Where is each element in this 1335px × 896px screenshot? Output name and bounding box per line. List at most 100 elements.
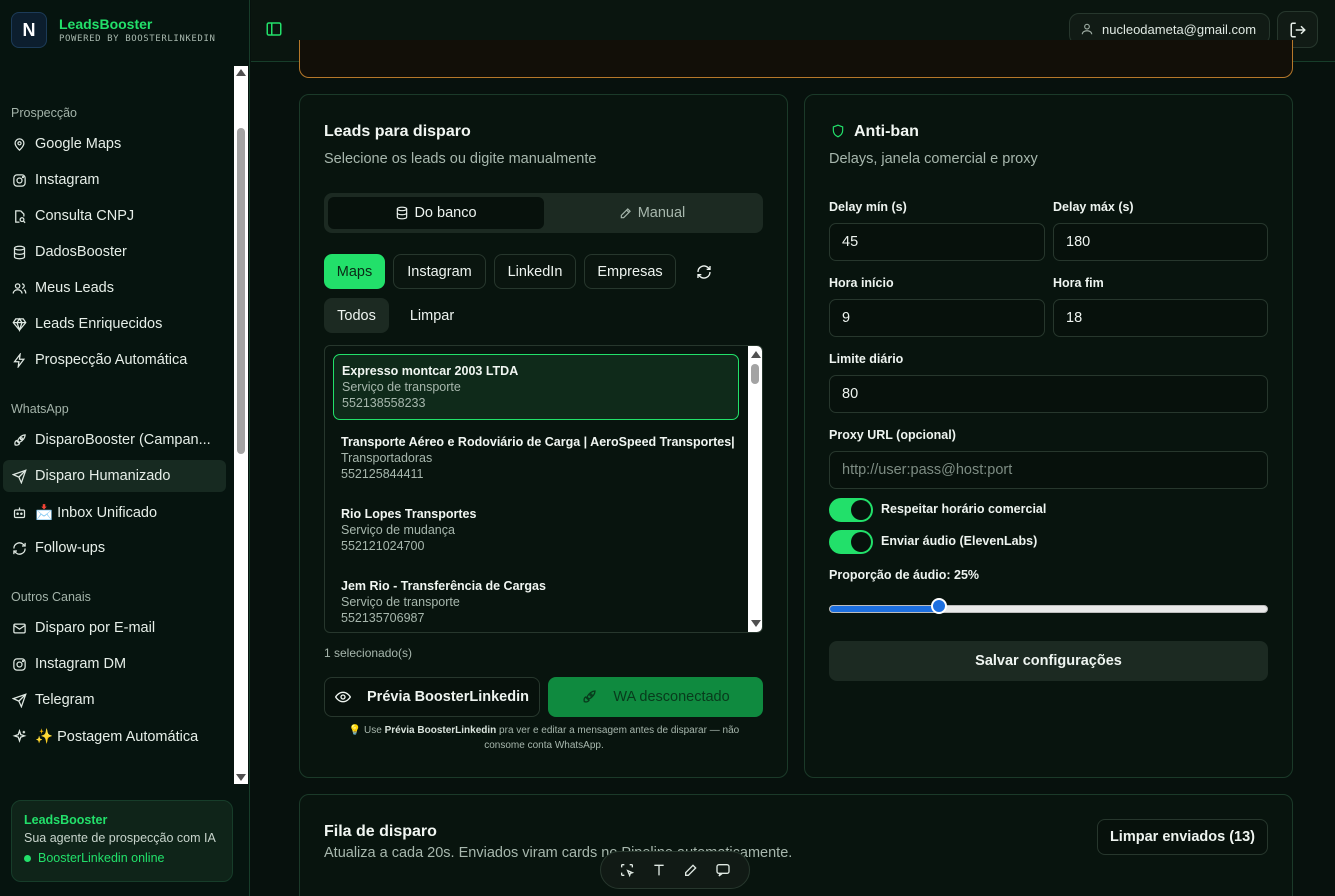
hour-start-input[interactable]: 9 xyxy=(829,299,1045,337)
sidebar-item-label: ✨ Postagem Automática xyxy=(35,728,199,745)
sidebar-item-postagem-automatica[interactable]: ✨ Postagem Automática xyxy=(3,720,226,752)
business-hours-toggle[interactable] xyxy=(829,498,873,522)
audio-ratio-slider[interactable] xyxy=(829,605,1268,613)
audio-ratio-slider-fill xyxy=(830,606,940,612)
daily-limit-label: Limite diário xyxy=(829,352,904,366)
sidebar-item-disparo-email[interactable]: Disparo por E-mail xyxy=(3,612,226,644)
lead-name: Expresso montcar 2003 LTDA xyxy=(342,364,519,378)
preview-button[interactable]: Prévia BoosterLinkedin xyxy=(324,677,540,717)
lead-item[interactable]: Rio Lopes Transportes Serviço de mudança… xyxy=(333,498,739,564)
floating-toolbar xyxy=(600,851,750,889)
lead-phone: 552135706987 xyxy=(341,611,425,625)
sidebar-item-dadosbooster[interactable]: DadosBooster xyxy=(3,236,226,268)
hour-end-input[interactable]: 18 xyxy=(1053,299,1268,337)
delay-max-input[interactable]: 180 xyxy=(1053,223,1268,261)
sidebar-item-label: Disparo Humanizado xyxy=(35,468,171,484)
lead-category: Serviço de mudança xyxy=(341,523,455,537)
sidebar-item-label: Prospecção Automática xyxy=(35,352,188,368)
clear-sent-button[interactable]: Limpar enviados (13) xyxy=(1096,819,1268,855)
send-whatsapp-button[interactable]: WA desconectado xyxy=(548,677,763,717)
sidebar-item-leads-enriquecidos[interactable]: Leads Enriquecidos xyxy=(3,308,226,340)
sidebar-item-label: Google Maps xyxy=(35,136,122,152)
sidebar-item-label: Disparo por E-mail xyxy=(35,620,156,636)
lead-item[interactable]: Transporte Aéreo e Rodoviário de Carga |… xyxy=(333,426,739,492)
refresh-icon xyxy=(11,540,27,556)
business-hours-label: Respeitar horário comercial xyxy=(881,502,1047,516)
map-pin-icon xyxy=(11,136,27,152)
sidebar-item-disparobooster[interactable]: DisparoBooster (Campan... xyxy=(3,424,226,456)
select-region-icon[interactable] xyxy=(619,862,635,878)
assistant-status-card: LeadsBooster Sua agente de prospecção co… xyxy=(11,800,233,882)
leads-card: Leads para disparo Selecione os leads ou… xyxy=(299,94,788,778)
sidebar-item-meus-leads[interactable]: Meus Leads xyxy=(3,272,226,304)
scroll-down-arrow-icon[interactable] xyxy=(236,774,246,781)
sidebar: N LeadsBooster POWERED BY BOOSTERLINKEDI… xyxy=(0,0,250,896)
sidebar-item-label: Instagram DM xyxy=(35,656,127,672)
sidebar-item-follow-ups[interactable]: Follow-ups xyxy=(3,532,226,564)
refresh-leads-button[interactable] xyxy=(684,254,724,289)
leads-list-scrollbar[interactable] xyxy=(748,346,762,632)
assistant-title: LeadsBooster xyxy=(24,813,108,827)
sidebar-item-instagram-dm[interactable]: Instagram DM xyxy=(3,648,226,680)
pencil-icon[interactable] xyxy=(683,862,699,878)
pencil-icon xyxy=(619,206,633,220)
mode-manual-label: Manual xyxy=(637,205,686,221)
lead-item[interactable]: Expresso montcar 2003 LTDA Serviço de tr… xyxy=(333,354,739,420)
lead-phone: 552121024700 xyxy=(341,539,425,553)
toggle-sidebar-icon[interactable] xyxy=(265,20,285,38)
proxy-label: Proxy URL (opcional) xyxy=(829,428,956,442)
scroll-up-arrow-icon[interactable] xyxy=(751,351,761,358)
nav-section-whatsapp: WhatsApp xyxy=(11,402,69,416)
bot-icon xyxy=(11,504,27,520)
select-all-button[interactable]: Todos xyxy=(324,298,389,333)
brand[interactable]: N LeadsBooster POWERED BY BOOSTERLINKEDI… xyxy=(11,12,215,48)
preview-hint: 💡 Use Prévia BoosterLinkedin pra ver e e… xyxy=(334,723,754,753)
sidebar-item-inbox-unificado[interactable]: 📩 Inbox Unificado xyxy=(3,496,226,528)
brand-title: LeadsBooster xyxy=(59,16,153,32)
save-settings-button[interactable]: Salvar configurações xyxy=(829,641,1268,681)
sidebar-item-disparo-humanizado[interactable]: Disparo Humanizado xyxy=(3,460,226,492)
database-icon xyxy=(395,206,409,220)
sidebar-item-consulta-cnpj[interactable]: Consulta CNPJ xyxy=(3,200,226,232)
send-whatsapp-label: WA desconectado xyxy=(613,689,730,705)
mode-manual-button[interactable]: Manual xyxy=(544,197,760,229)
brand-subtitle: POWERED BY BOOSTERLINKEDIN xyxy=(59,34,216,44)
scroll-up-arrow-icon[interactable] xyxy=(236,69,246,76)
sidebar-scrollbar[interactable] xyxy=(234,66,248,784)
shield-icon xyxy=(831,124,845,138)
nav-section-outros-canais: Outros Canais xyxy=(11,590,91,604)
sidebar-item-instagram[interactable]: Instagram xyxy=(3,164,226,196)
mode-database-button[interactable]: Do banco xyxy=(328,197,544,229)
audio-toggle[interactable] xyxy=(829,530,873,554)
lead-name: Rio Lopes Transportes xyxy=(341,507,477,521)
proxy-url-input[interactable]: http://user:pass@host:port xyxy=(829,451,1268,489)
scroll-down-arrow-icon[interactable] xyxy=(751,620,761,627)
filter-instagram-chip[interactable]: Instagram xyxy=(393,254,486,289)
logout-icon xyxy=(1289,21,1307,39)
sidebar-item-telegram[interactable]: Telegram xyxy=(3,684,226,716)
lead-item[interactable]: Jem Rio - Transferência de Cargas Serviç… xyxy=(333,570,739,632)
hint-suffix: pra ver e editar a mensagem antes de dis… xyxy=(484,725,740,751)
scroll-thumb[interactable] xyxy=(237,128,245,454)
filter-empresas-chip[interactable]: Empresas xyxy=(584,254,676,289)
audio-ratio-label: Proporção de áudio: 25% xyxy=(829,568,980,582)
delay-min-input[interactable]: 45 xyxy=(829,223,1045,261)
database-icon xyxy=(11,244,27,260)
filter-linkedin-chip[interactable]: LinkedIn xyxy=(494,254,576,289)
delay-max-label: Delay máx (s) xyxy=(1053,200,1134,214)
audio-ratio-slider-handle[interactable] xyxy=(930,598,947,614)
scroll-thumb[interactable] xyxy=(751,364,759,384)
text-icon[interactable] xyxy=(651,862,667,878)
comment-icon[interactable] xyxy=(715,862,731,878)
sidebar-item-label: DadosBooster xyxy=(35,244,127,260)
filter-maps-chip[interactable]: Maps xyxy=(324,254,385,289)
sidebar-item-google-maps[interactable]: Google Maps xyxy=(3,128,226,160)
assistant-status: BoosterLinkedin online xyxy=(24,851,220,865)
leads-list[interactable]: Expresso montcar 2003 LTDA Serviço de tr… xyxy=(324,345,763,633)
daily-limit-input[interactable]: 80 xyxy=(829,375,1268,413)
brand-logo: N xyxy=(11,12,47,48)
sidebar-item-prospeccao-automatica[interactable]: Prospecção Automática xyxy=(3,344,226,376)
rocket-icon xyxy=(11,432,27,448)
clear-selection-button[interactable]: Limpar xyxy=(397,298,467,333)
eye-icon xyxy=(335,689,352,705)
